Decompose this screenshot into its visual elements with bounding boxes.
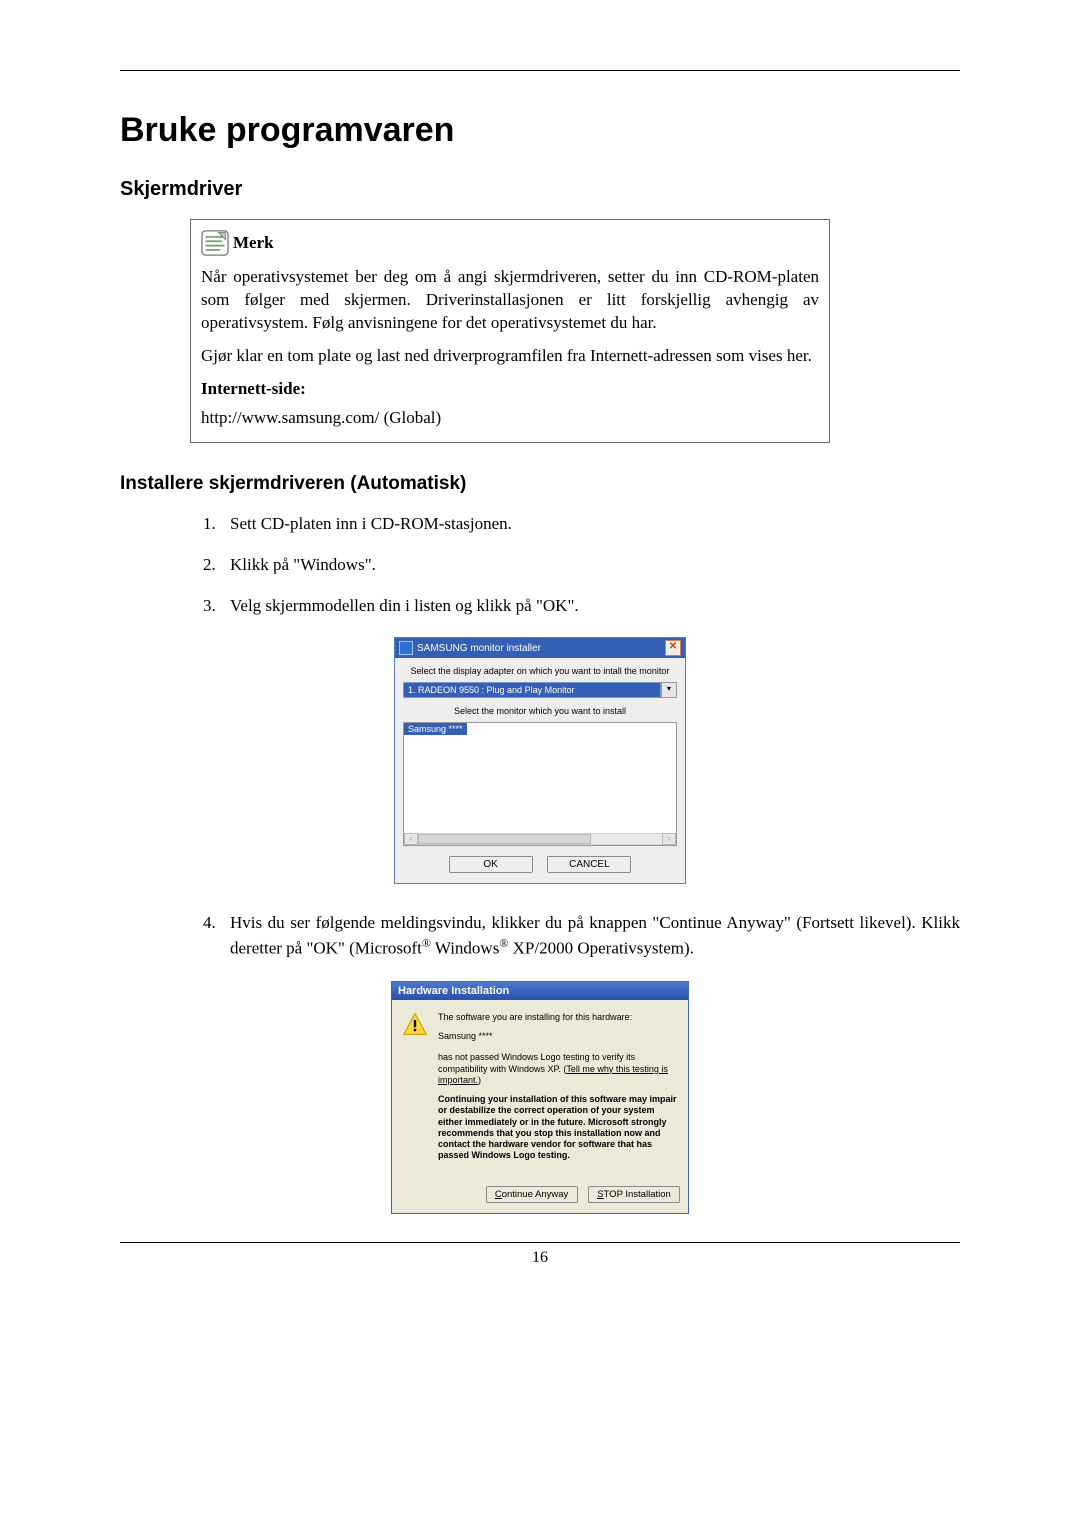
step-2: Klikk på "Windows". — [220, 554, 960, 577]
installer-instruction-1: Select the display adapter on which you … — [403, 666, 677, 676]
note-url: http://www.samsung.com/ (Global) — [201, 407, 819, 430]
close-button[interactable]: ✕ — [665, 640, 681, 656]
installer-instruction-2: Select the monitor which you want to ins… — [403, 706, 677, 716]
hw-device-name: Samsung **** — [438, 1031, 678, 1042]
step-1: Sett CD-platen inn i CD-ROM-stasjonen. — [220, 513, 960, 536]
note-label: Merk — [233, 232, 274, 255]
installer-dialog: SAMSUNG monitor installer ✕ Select the d… — [394, 637, 686, 884]
hw-warning-bold: Continuing your installation of this sof… — [438, 1094, 678, 1162]
warning-icon — [402, 1012, 428, 1036]
step-4-text-b: Windows — [431, 939, 499, 958]
cancel-button[interactable]: CANCEL — [547, 856, 631, 873]
dropdown-arrow-icon[interactable]: ▾ — [661, 682, 677, 698]
step-4-text-c: XP/2000 Operativsystem). — [508, 939, 694, 958]
installer-sys-icon — [399, 641, 413, 655]
ok-button[interactable]: OK — [449, 856, 533, 873]
section-heading-skjermdriver: Skjermdriver — [120, 178, 960, 201]
hw-line-2: has not passed Windows Logo testing to v… — [438, 1052, 678, 1086]
installer-titlebar: SAMSUNG monitor installer ✕ — [395, 638, 685, 658]
continue-anyway-button[interactable]: Continue Anyway — [486, 1186, 578, 1203]
hardware-installation-dialog: Hardware Installation The software you a… — [391, 981, 689, 1214]
step-4: Hvis du ser følgende meldingsvindu, klik… — [220, 912, 960, 961]
bottom-rule — [120, 1242, 960, 1243]
hw-line-1: The software you are installing for this… — [438, 1012, 678, 1023]
scroll-right-button[interactable]: › — [662, 833, 676, 845]
note-internet-label: Internett-side: — [201, 378, 819, 401]
note-paragraph-1: Når operativsystemet ber deg om å angi s… — [201, 266, 819, 335]
scrollbar-thumb[interactable] — [418, 834, 591, 844]
top-rule — [120, 70, 960, 71]
horizontal-scrollbar[interactable]: ‹ › — [404, 833, 676, 845]
monitor-list-item[interactable]: Samsung **** — [404, 723, 467, 735]
section-heading-install: Installere skjermdriveren (Automatisk) — [120, 473, 960, 495]
note-heading: Merk — [201, 230, 819, 256]
stop-installation-button[interactable]: STOP Installation — [588, 1186, 680, 1203]
note-box: Merk Når operativsystemet ber deg om å a… — [190, 219, 830, 443]
hw-titlebar: Hardware Installation — [392, 982, 688, 1000]
installer-title: SAMSUNG monitor installer — [417, 643, 541, 654]
page-title: Bruke programvaren — [120, 111, 960, 150]
scroll-left-button[interactable]: ‹ — [404, 833, 418, 845]
adapter-dropdown[interactable]: 1. RADEON 9550 : Plug and Play Monitor ▾ — [403, 682, 677, 698]
scrollbar-track[interactable] — [418, 833, 662, 845]
registered-mark-1: ® — [422, 936, 431, 950]
monitor-list[interactable]: Samsung **** ‹ › — [403, 722, 677, 846]
note-paragraph-2: Gjør klar en tom plate og last ned drive… — [201, 345, 819, 368]
hw-line-2b: ) — [478, 1075, 481, 1085]
steps-list: Sett CD-platen inn i CD-ROM-stasjonen. K… — [190, 513, 960, 618]
page-number: 16 — [120, 1249, 960, 1267]
step-3: Velg skjermmodellen din i listen og klik… — [220, 595, 960, 618]
adapter-selected: 1. RADEON 9550 : Plug and Play Monitor — [403, 682, 661, 698]
steps-list-continued: Hvis du ser følgende meldingsvindu, klik… — [190, 912, 960, 961]
note-icon — [201, 230, 229, 256]
